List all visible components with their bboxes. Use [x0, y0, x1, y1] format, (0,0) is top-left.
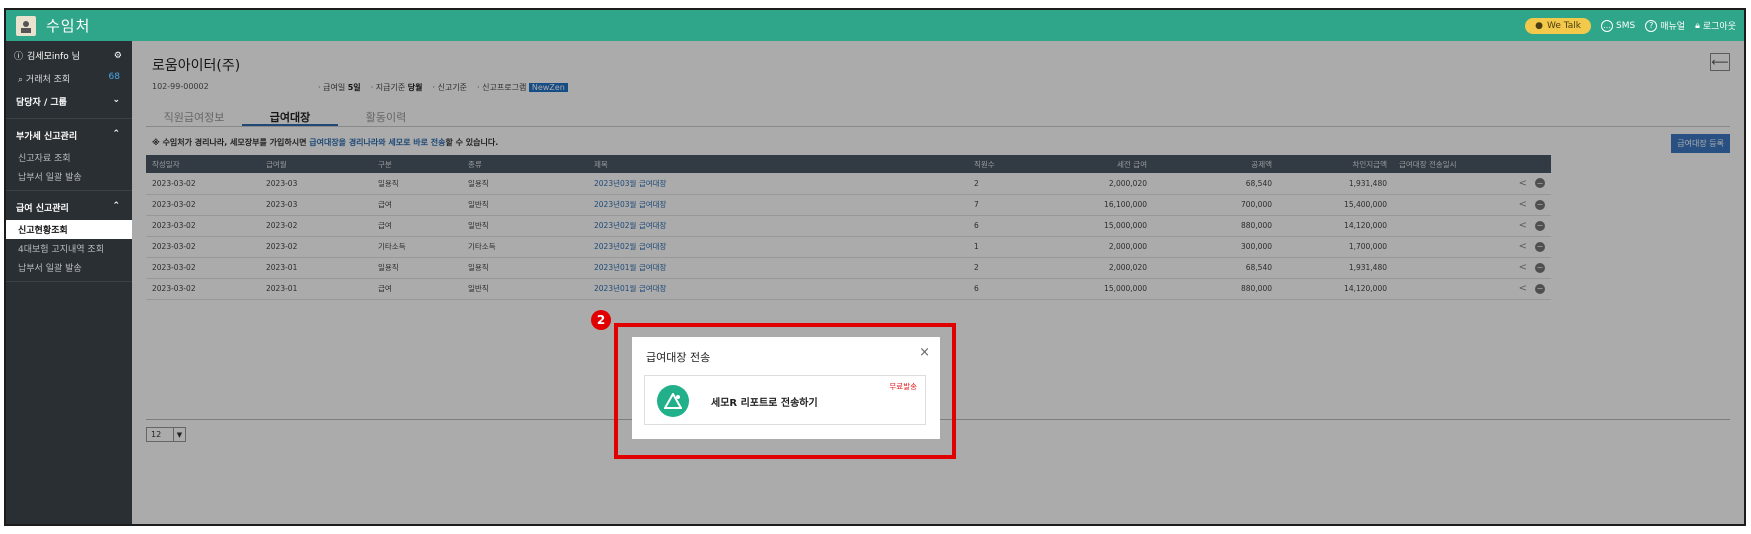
sidebar-item-report-status[interactable]: 신고현황조회: [6, 220, 132, 239]
logout-label: 로그아웃: [1702, 22, 1736, 32]
sidebar: ⓘ 김세모info 님 ⚙ ⌕ 거래처 조회 68 담당자 / 그룹 ⌄ 부가세…: [6, 41, 132, 524]
highlight-box: [614, 323, 956, 459]
app-title: 수임처: [46, 17, 91, 35]
brand[interactable]: 수임처: [6, 15, 90, 36]
sms-button[interactable]: … SMS: [1601, 19, 1636, 32]
sidebar-section-label: 부가세 신고관리: [16, 132, 78, 142]
sidebar-item-report-data[interactable]: 신고자료 조회: [6, 148, 132, 167]
step-number-badge: 2: [591, 310, 611, 330]
divider: [6, 281, 132, 282]
app-window: 수임처 ● We Talk … SMS ? 매뉴얼 🔒︎ 로그아웃 ⓘ 김세모i…: [4, 8, 1746, 526]
sidebar-item-vat-bulk-send[interactable]: 납부서 일괄 발송: [6, 167, 132, 186]
sidebar-section-payroll[interactable]: 급여 신고관리 ⌃: [6, 195, 132, 220]
search-icon: ⌕: [18, 75, 24, 85]
sidebar-item-insurance-notice[interactable]: 4대보험 고지내역 조회: [6, 239, 132, 258]
logo-icon: [16, 15, 36, 36]
sms-icon: …: [1601, 19, 1614, 32]
manual-label: 매뉴얼: [1660, 22, 1686, 32]
top-bar: 수임처 ● We Talk … SMS ? 매뉴얼 🔒︎ 로그아웃: [6, 10, 1744, 41]
divider: [6, 118, 132, 119]
sidebar-section-label: 급여 신고관리: [16, 204, 69, 214]
sidebar-user: ⓘ 김세모info 님 ⚙: [6, 41, 132, 68]
divider: [6, 190, 132, 191]
user-name: 김세모info 님: [27, 52, 80, 62]
sidebar-item-payroll-bulk-send[interactable]: 납부서 일괄 발송: [6, 258, 132, 277]
help-icon: ?: [1645, 19, 1658, 32]
wetalk-label: We Talk: [1547, 20, 1582, 31]
manual-button[interactable]: ? 매뉴얼: [1645, 19, 1685, 32]
chevron-down-icon: ⌄: [112, 95, 120, 105]
user-icon: ⓘ: [14, 52, 24, 62]
sidebar-section-vat[interactable]: 부가세 신고관리 ⌃: [6, 123, 132, 148]
logout-button[interactable]: 🔒︎ 로그아웃: [1695, 19, 1736, 33]
chevron-up-icon: ⌃: [112, 129, 120, 139]
sidebar-item-group[interactable]: 담당자 / 그룹 ⌄: [6, 89, 132, 114]
sidebar-item-label: 담당자 / 그룹: [16, 98, 67, 108]
sidebar-item-client-search[interactable]: ⌕ 거래처 조회 68: [6, 68, 132, 89]
lock-icon: 🔒︎: [1695, 20, 1700, 31]
chat-icon: ●: [1535, 20, 1544, 31]
client-count-badge: 68: [108, 72, 120, 82]
wetalk-button[interactable]: ● We Talk: [1525, 17, 1592, 34]
sidebar-item-label: 거래처 조회: [25, 75, 71, 85]
sms-label: SMS: [1616, 20, 1636, 31]
chevron-up-icon: ⌃: [112, 201, 120, 211]
gear-icon[interactable]: ⚙: [114, 51, 122, 61]
top-right-menu: ● We Talk … SMS ? 매뉴얼 🔒︎ 로그아웃: [1525, 10, 1736, 41]
